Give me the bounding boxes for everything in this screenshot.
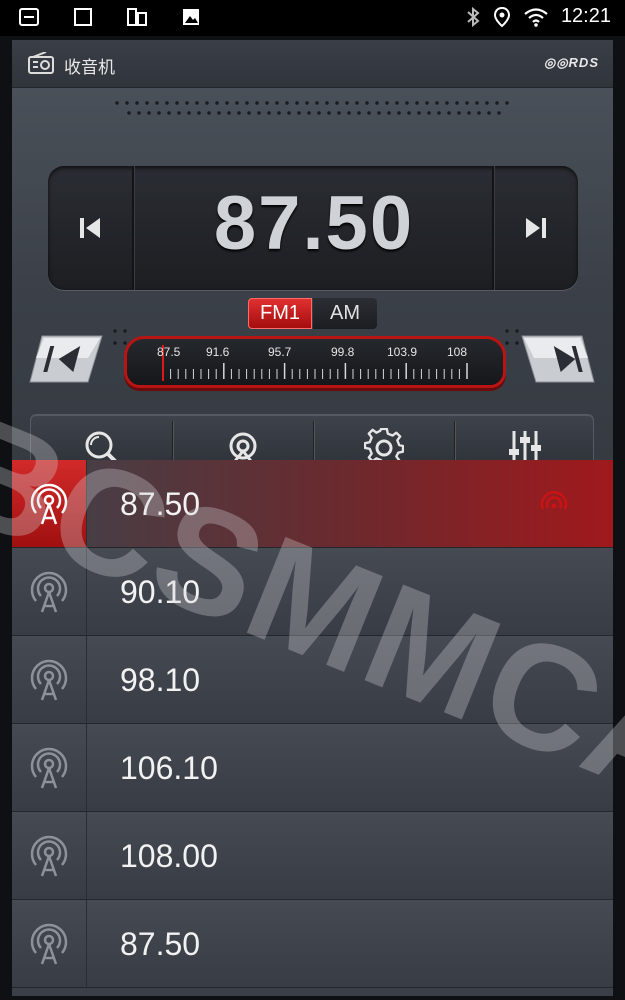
rds-circles-icon: ◎◎ <box>543 55 569 70</box>
scale-label: 108 <box>447 345 468 359</box>
scale-label: 99.8 <box>331 345 355 359</box>
scale-label: 103.9 <box>387 345 418 359</box>
preset-frequency: 106.10 <box>120 750 218 786</box>
radio-icon <box>28 52 54 74</box>
preset-icon-cell <box>12 460 87 547</box>
preset-icon-cell <box>12 900 87 987</box>
radio-tower-icon <box>30 923 68 964</box>
tune-up-icon <box>521 335 595 383</box>
seek-previous-button[interactable] <box>48 166 132 290</box>
radio-tower-icon <box>30 835 68 876</box>
preset-item[interactable]: 108.00 <box>12 812 613 900</box>
preset-icon-cell <box>12 724 87 811</box>
tune-down-button[interactable] <box>28 332 104 386</box>
preset-icon-cell <box>12 548 87 635</box>
tune-down-icon <box>29 335 103 383</box>
preset-list: 87.50 90.10 98.10 106.10 108.00 87.50 <box>12 460 613 988</box>
preset-frequency: 98.10 <box>120 662 201 698</box>
status-bar: 12:21 <box>0 0 625 36</box>
location-icon <box>493 6 510 27</box>
clock: 12:21 <box>560 5 611 27</box>
seek-next-button[interactable] <box>494 166 578 290</box>
speaker-grille <box>112 100 512 106</box>
preset-frequency: 108.00 <box>120 838 218 874</box>
frequency-scale[interactable]: 87.5 91.6 95.7 99.8 103.9 108 <box>124 336 506 388</box>
preset-frequency: 87.50 <box>120 926 201 962</box>
scale-label: 91.6 <box>206 345 230 359</box>
radio-tower-icon <box>30 659 68 700</box>
preset-frequency: 87.50 <box>120 486 201 522</box>
radio-tower-icon <box>30 483 68 524</box>
preset-item[interactable]: 98.10 <box>12 636 613 724</box>
scale-label: 87.5 <box>157 345 181 359</box>
band-am-button[interactable]: AM <box>313 298 377 329</box>
current-frequency: 87.50 <box>213 181 415 266</box>
playing-signal-icon <box>540 491 568 510</box>
tuner-panel: 87.50 FM1 AM 87.5 91.6 95.7 99.8 103.9 1… <box>12 88 613 482</box>
skip-previous-icon <box>80 218 100 238</box>
skip-next-icon <box>526 218 546 238</box>
radio-tower-icon <box>30 747 68 788</box>
bluetooth-icon <box>467 6 480 27</box>
preset-item[interactable]: 87.50 <box>12 900 613 988</box>
app-title: 收音机 <box>64 58 115 77</box>
preset-frequency: 90.10 <box>120 574 201 610</box>
speaker-grille <box>124 110 502 116</box>
speaker-grille <box>110 328 132 334</box>
image-icon[interactable] <box>180 6 202 28</box>
preset-item[interactable]: 106.10 <box>12 724 613 812</box>
band-fm1-button[interactable]: FM1 <box>248 298 312 329</box>
tune-up-button[interactable] <box>520 332 596 386</box>
rds-logo: ◎◎RDS <box>543 55 599 70</box>
square-icon[interactable] <box>72 6 94 28</box>
radio-tower-icon <box>30 571 68 612</box>
scale-label: 95.7 <box>268 345 292 359</box>
menu-icon[interactable] <box>18 6 40 28</box>
wifi-icon <box>524 7 548 27</box>
preset-item-active[interactable]: 87.50 <box>12 460 613 548</box>
title-bar: 收音机 ◎◎RDS <box>12 40 613 88</box>
dual-window-icon[interactable] <box>126 6 148 28</box>
preset-icon-cell <box>12 812 87 899</box>
preset-icon-cell <box>12 636 87 723</box>
preset-item[interactable]: 90.10 <box>12 548 613 636</box>
frequency-display: 87.50 <box>48 166 578 290</box>
radio-app: 收音机 ◎◎RDS 87.50 FM1 AM 87.5 91.6 95.7 99… <box>12 40 613 996</box>
